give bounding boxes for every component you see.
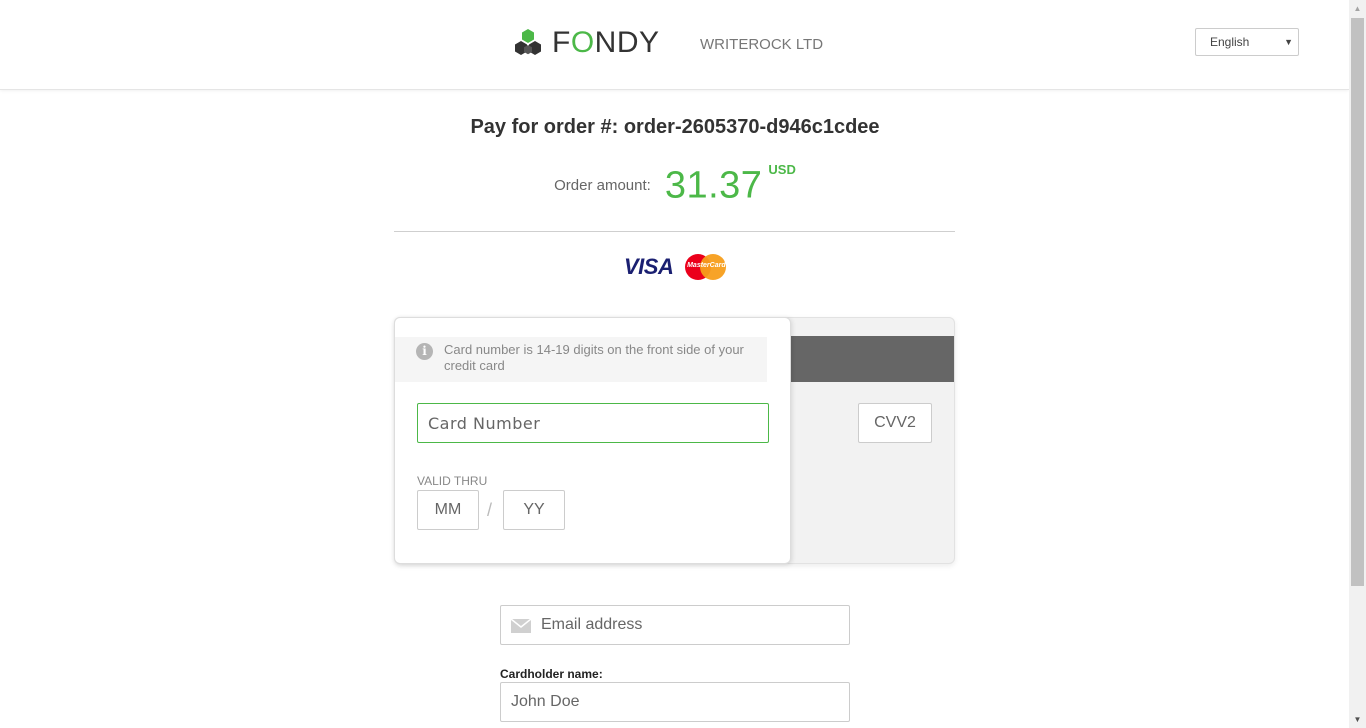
page-scrollbar[interactable]: ▲ ▼ [1349,0,1366,728]
email-field[interactable] [500,605,850,645]
magnetic-stripe [791,336,954,382]
expiry-separator: / [487,500,493,520]
page-header: FONDY WRITEROCK LTD English ▼ [0,0,1349,90]
visa-logo-icon: VISA [624,254,674,279]
order-title: Pay for order #: order-2605370-d946c1cde… [470,116,880,138]
scroll-up-arrow-icon[interactable]: ▲ [1349,0,1366,17]
language-value: English [1210,35,1250,49]
scroll-down-arrow-icon[interactable]: ▼ [1349,711,1366,728]
amount-value: 31.37 [664,164,763,207]
cvv-input[interactable] [858,403,932,443]
cardholder-name-input[interactable] [500,682,850,722]
amount-label: Order amount: [554,177,651,195]
language-select[interactable]: English ▼ [1195,28,1299,56]
card-brands: VISA MasterCard [624,253,727,281]
email-input[interactable] [541,606,841,644]
merchant-name: WRITEROCK LTD [700,36,824,53]
envelope-icon [511,619,531,633]
order-amount-row: Order amount: 31.37 USD [394,162,956,207]
cardholder-label: Cardholder name: [500,667,603,681]
fondy-logo[interactable]: FONDY [512,26,660,60]
card-hint-text: Card number is 14-19 digits on the front… [444,342,744,373]
info-icon: i [416,343,433,360]
divider [394,231,955,232]
hexagon-cluster-icon [515,29,541,55]
logo-text: FONDY [552,26,660,59]
card-number-input[interactable] [417,403,769,443]
dropdown-arrow-icon: ▼ [1284,37,1293,47]
mastercard-logo-icon: MasterCard [685,254,727,280]
scrollbar-thumb[interactable] [1351,18,1364,586]
expiry-year-input[interactable] [503,490,565,530]
expiry-month-input[interactable] [417,490,479,530]
amount-currency: USD [768,162,796,177]
valid-thru-label: VALID THRU [417,474,488,488]
